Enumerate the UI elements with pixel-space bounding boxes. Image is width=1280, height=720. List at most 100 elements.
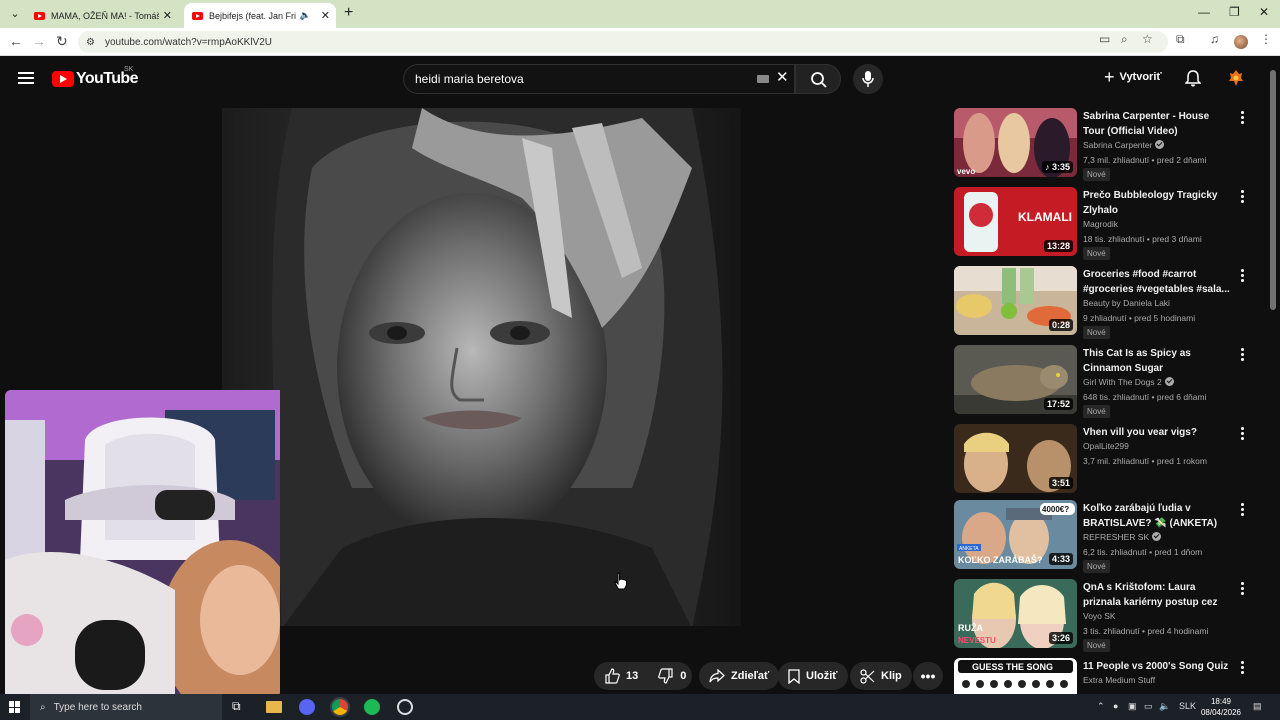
notifications-bell-icon[interactable] (1185, 69, 1201, 87)
cast-icon[interactable]: ▭ (1099, 32, 1110, 46)
video-title[interactable]: Vhen vill you vear vigs? (1083, 425, 1233, 440)
close-tab-icon[interactable]: ✕ (163, 9, 172, 22)
spotify-icon[interactable] (364, 699, 380, 715)
keyboard-icon[interactable] (757, 75, 769, 83)
channel-name[interactable]: Magrodik (1083, 217, 1118, 232)
browser-menu-icon[interactable]: ⋮ (1260, 32, 1272, 46)
video-title[interactable]: Groceries #food #carrot #groceries #vege… (1083, 267, 1233, 297)
display-tray-icon[interactable]: ▣ (1128, 701, 1137, 712)
video-thumbnail[interactable]: 4000€? ANKETA KOĽKO ZARÁBAŠ? 4:33 (954, 500, 1077, 569)
more-options-icon[interactable] (1240, 269, 1244, 283)
youtube-logo[interactable]: YouTube SK (52, 66, 138, 88)
tray-expand-icon[interactable]: ⌃ (1097, 701, 1105, 712)
more-options-icon[interactable] (1240, 582, 1244, 596)
video-thumbnail[interactable]: RUŽA NEVESTU 3:26 (954, 579, 1077, 648)
video-thumbnail[interactable]: 17:52 (954, 345, 1077, 414)
recommended-video[interactable]: 3:51 Vhen vill you vear vigs? OpalLite29… (954, 424, 1254, 496)
task-view-icon[interactable]: ⧉ (232, 699, 248, 715)
video-title[interactable]: QnA s Krištofom: Laura priznala kariérny… (1083, 580, 1233, 610)
video-thumbnail[interactable]: 3:51 (954, 424, 1077, 493)
back-icon[interactable]: ← (9, 33, 23, 49)
video-thumbnail[interactable]: GUESS THE SONG (954, 658, 1077, 694)
channel-name[interactable]: Girl With The Dogs 2 (1083, 375, 1174, 390)
recommended-video[interactable]: KLAMALI 13:28 Prečo Bubbleology Tragicky… (954, 187, 1254, 260)
page-scrollbar[interactable] (1270, 70, 1276, 310)
input-language[interactable]: SLK (1179, 701, 1196, 711)
search-input[interactable]: heidi maria beretova (403, 64, 795, 94)
more-options-icon[interactable] (1240, 111, 1244, 125)
menu-icon[interactable] (18, 72, 34, 84)
tab-search-icon[interactable]: ⌄ (6, 5, 24, 23)
url-bar[interactable]: ⚙ youtube.com/watch?v=rmpAoKKlV2U (78, 31, 1168, 53)
forward-icon[interactable]: → (32, 33, 46, 49)
more-options-icon[interactable] (1240, 427, 1244, 441)
video-title[interactable]: Koľko zarábajú ľudia v BRATISLAVE? 💸 (AN… (1083, 501, 1233, 531)
zoom-icon[interactable]: ⌕ (1121, 32, 1128, 47)
notifications-tray-icon[interactable]: ▤ (1253, 701, 1262, 712)
more-actions-button[interactable]: ••• (913, 662, 943, 690)
video-title[interactable]: This Cat Is as Spicy as Cinnamon Sugar (1083, 346, 1233, 376)
extensions-icon[interactable]: ⧉ (1176, 32, 1185, 47)
chrome-icon[interactable] (332, 699, 348, 715)
obs-icon[interactable] (397, 699, 413, 715)
account-avatar[interactable] (1228, 69, 1244, 87)
recommended-video[interactable]: GUESS THE SONG 11 People vs 2000's Song … (954, 658, 1254, 694)
close-window-icon[interactable]: ✕ (1259, 5, 1269, 19)
restore-icon[interactable]: ❐ (1229, 5, 1240, 19)
microphone-tray-icon[interactable]: ● (1113, 701, 1118, 711)
browser-tab-active[interactable]: Bejbifejs (feat. Jan Fridrich) 🔈 ✕ (184, 3, 336, 28)
voice-search-button[interactable] (853, 64, 883, 94)
recommended-video[interactable]: vevo ♪ 3:35 Sabrina Carpenter - House To… (954, 108, 1254, 181)
more-options-icon[interactable] (1240, 348, 1244, 362)
media-control-icon[interactable]: ♫ (1210, 32, 1219, 46)
reload-icon[interactable]: ↻ (56, 33, 68, 49)
system-clock[interactable]: 18:49 08/04/2026 (1198, 696, 1244, 718)
close-tab-icon[interactable]: ✕ (321, 9, 330, 22)
channel-name[interactable]: Sabrina Carpenter (1083, 138, 1165, 153)
recommended-video[interactable]: 0:28 Groceries #food #carrot #groceries … (954, 266, 1254, 339)
audio-playing-icon[interactable]: 🔈 (300, 10, 311, 21)
video-thumbnail[interactable]: KLAMALI 13:28 (954, 187, 1077, 256)
new-tab-button[interactable]: + (344, 4, 353, 22)
minimize-icon[interactable]: — (1198, 5, 1210, 19)
verified-icon (1164, 377, 1174, 386)
channel-name[interactable]: Voyo SK (1083, 609, 1116, 624)
video-player[interactable] (222, 108, 741, 626)
video-thumbnail[interactable]: vevo ♪ 3:35 (954, 108, 1077, 177)
recommended-video[interactable]: RUŽA NEVESTU 3:26 QnA s Krištofom: Laura… (954, 579, 1254, 652)
search-button[interactable] (795, 64, 841, 94)
channel-name[interactable]: OpalLite299 (1083, 439, 1129, 454)
video-title[interactable]: 11 People vs 2000's Song Quiz (1083, 659, 1233, 674)
recommended-video[interactable]: 17:52 This Cat Is as Spicy as Cinnamon S… (954, 345, 1254, 418)
save-button[interactable]: Uložiť (778, 662, 848, 690)
channel-name[interactable]: Extra Medium Stuff (1083, 673, 1155, 688)
bookmark-star-icon[interactable]: ☆ (1142, 32, 1153, 46)
recommended-video[interactable]: 4000€? ANKETA KOĽKO ZARÁBAŠ? 4:33 Koľko … (954, 500, 1254, 573)
discord-icon[interactable] (299, 699, 315, 715)
file-explorer-icon[interactable] (266, 701, 282, 713)
video-title[interactable]: Sabrina Carpenter - House Tour (Official… (1083, 109, 1233, 139)
clear-search-icon[interactable]: ✕ (776, 68, 789, 86)
network-tray-icon[interactable]: ▭ (1144, 701, 1153, 712)
share-button[interactable]: Zdieľať (699, 662, 780, 690)
more-options-icon[interactable] (1240, 503, 1244, 517)
channel-name-text: Girl With The Dogs 2 (1083, 377, 1162, 387)
site-info-icon[interactable]: ⚙ (86, 37, 95, 48)
video-stats: 9 zhliadnutí • pred 5 hodinami (1083, 313, 1196, 323)
share-label: Zdieľať (731, 670, 770, 682)
channel-name[interactable]: Beauty by Daniela Laki (1083, 296, 1170, 311)
windows-start-icon[interactable] (9, 701, 21, 713)
more-options-icon[interactable] (1240, 190, 1244, 204)
browser-tab[interactable]: MAMA, OŽEŇ MA! - Tomáš (1... ✕ (26, 3, 178, 28)
like-button[interactable]: 13 (594, 662, 648, 690)
dislike-button[interactable]: 0 (648, 662, 696, 690)
taskbar-search-input[interactable]: ⌕ Type here to search (30, 694, 222, 720)
clip-button[interactable]: Klip (850, 662, 912, 690)
video-title[interactable]: Prečo Bubbleology Tragicky Zlyhalo (1083, 188, 1233, 218)
channel-name[interactable]: REFRESHER SK (1083, 530, 1162, 545)
create-button[interactable]: + Vytvoriť (1104, 68, 1162, 86)
more-options-icon[interactable] (1240, 661, 1244, 675)
profile-avatar[interactable] (1234, 35, 1248, 49)
video-thumbnail[interactable]: 0:28 (954, 266, 1077, 335)
volume-tray-icon[interactable]: 🔈 (1159, 701, 1170, 712)
